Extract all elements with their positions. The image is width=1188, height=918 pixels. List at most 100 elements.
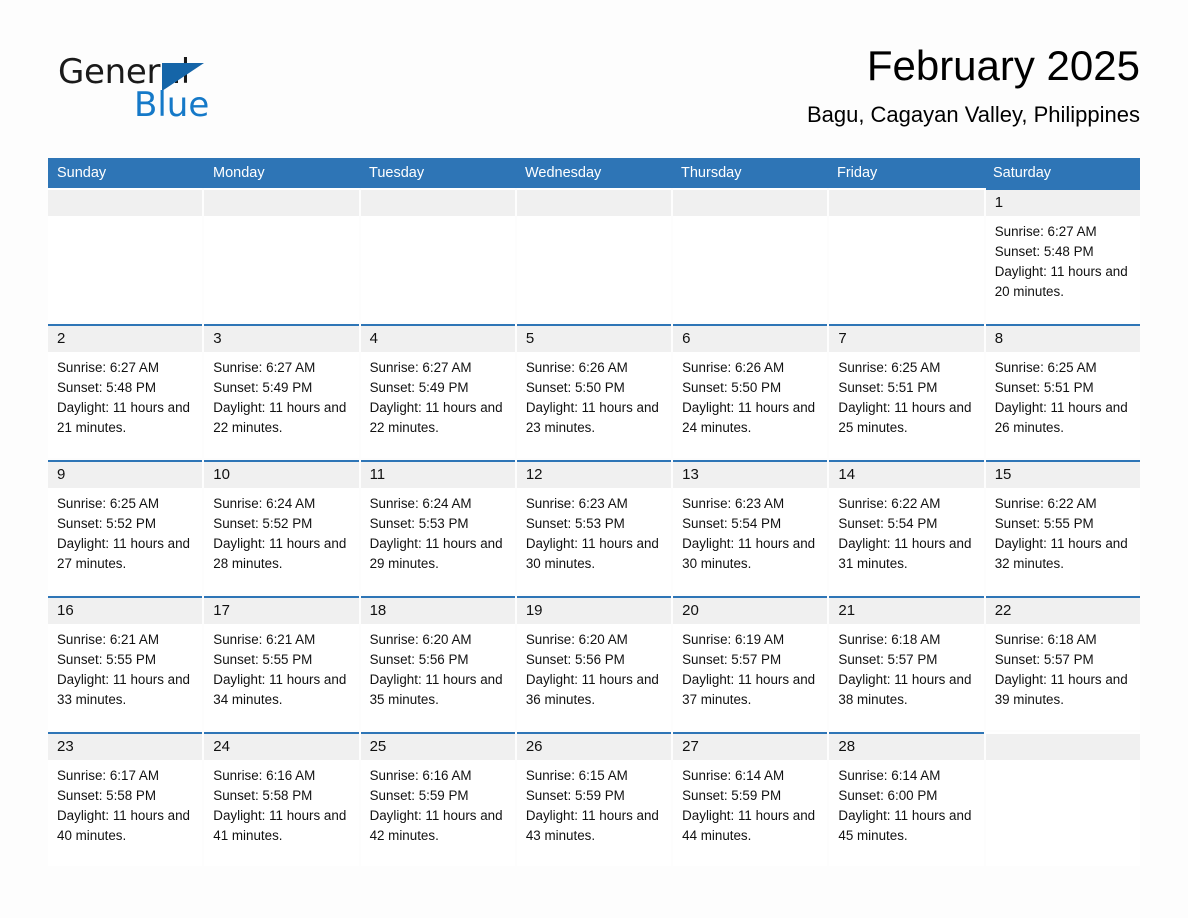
day-sun-info: Sunrise: 6:27 AM Sunset: 5:48 PM Daylight:… bbox=[986, 216, 1140, 302]
daylight-text: Daylight: 11 hours and 26 minutes. bbox=[994, 400, 1128, 435]
title-block: February 2025 Bagu, Cagayan Valley, Phil… bbox=[807, 40, 1140, 130]
day-cell[interactable]: 17 Sunrise: 6:21 AM Sunset: 5:55 PM Dayligh… bbox=[204, 596, 359, 730]
day-number-band bbox=[673, 190, 828, 216]
day-cell[interactable]: 24 Sunrise: 6:16 AM Sunset: 5:58 PM Dayligh… bbox=[204, 732, 359, 866]
day-number-band: 20 bbox=[673, 598, 828, 624]
weekday-header-thursday: Thursday bbox=[681, 165, 742, 181]
day-number: 26 bbox=[525, 738, 543, 755]
calendar-week-row: 9 Sunrise: 6:25 AM Sunset: 5:52 PM Daylight… bbox=[48, 460, 1140, 594]
sunset-text: Sunset: 5:53 PM bbox=[369, 516, 469, 531]
day-number-band: 26 bbox=[516, 734, 672, 760]
day-cell[interactable]: 21 Sunrise: 6:18 AM Sunset: 5:57 PM Dayligh… bbox=[829, 596, 984, 730]
day-cell[interactable]: 28 Sunrise: 6:14 AM Sunset: 6:00 PM Dayligh… bbox=[829, 732, 984, 866]
day-cell[interactable]: 1 Sunrise: 6:27 AM Sunset: 5:48 PM Daylight… bbox=[985, 188, 1140, 322]
day-cell[interactable]: 13 Sunrise: 6:23 AM Sunset: 5:54 PM Dayligh… bbox=[673, 460, 828, 594]
weekday-header-sunday: Sunday bbox=[57, 165, 107, 181]
weekday-header-monday: Monday bbox=[213, 165, 265, 181]
day-cell[interactable]: 20 Sunrise: 6:19 AM Sunset: 5:57 PM Dayligh… bbox=[673, 596, 828, 730]
sunrise-text: Sunrise: 6:25 AM bbox=[994, 360, 1097, 375]
sunset-text: Sunset: 5:57 PM bbox=[682, 652, 782, 667]
sunset-text: Sunset: 5:52 PM bbox=[213, 516, 313, 531]
day-sun-info: Sunrise: 6:20 AM Sunset: 5:56 PM Daylight:… bbox=[517, 624, 671, 710]
sunset-text: Sunset: 5:59 PM bbox=[525, 788, 625, 803]
sunrise-text: Sunrise: 6:24 AM bbox=[213, 496, 316, 511]
calendar-page: General Blue February 2025 Bagu, Cagayan… bbox=[0, 0, 1188, 918]
day-cell[interactable]: 19 Sunrise: 6:20 AM Sunset: 5:56 PM Dayligh… bbox=[516, 596, 672, 730]
brand-blue-text: Blue bbox=[134, 85, 210, 125]
sunrise-text: Sunrise: 6:26 AM bbox=[682, 360, 785, 375]
daylight-text: Daylight: 11 hours and 43 minutes. bbox=[525, 808, 659, 843]
sunrise-text: Sunrise: 6:15 AM bbox=[525, 768, 628, 783]
day-number-band: 2 bbox=[48, 326, 203, 352]
day-cell[interactable]: 26 Sunrise: 6:15 AM Sunset: 5:59 PM Dayligh… bbox=[516, 732, 672, 866]
day-cell[interactable]: 3 Sunrise: 6:27 AM Sunset: 5:49 PM Daylight… bbox=[204, 324, 359, 458]
calendar-week-row: 16 Sunrise: 6:21 AM Sunset: 5:55 PM Dayligh… bbox=[48, 596, 1140, 730]
weekday-header-friday: Friday bbox=[837, 165, 878, 181]
day-cell[interactable]: 11 Sunrise: 6:24 AM Sunset: 5:53 PM Dayligh… bbox=[360, 460, 515, 594]
day-sun-info: Sunrise: 6:22 AM Sunset: 5:55 PM Daylight:… bbox=[986, 488, 1140, 574]
day-sun-info: Sunrise: 6:23 AM Sunset: 5:53 PM Daylight:… bbox=[517, 488, 671, 574]
day-cell[interactable]: 22 Sunrise: 6:18 AM Sunset: 5:57 PM Dayligh… bbox=[985, 596, 1140, 730]
daylight-text: Daylight: 11 hours and 40 minutes. bbox=[57, 808, 190, 843]
day-number-band: 8 bbox=[985, 326, 1140, 352]
sunrise-text: Sunrise: 6:27 AM bbox=[57, 360, 159, 375]
day-number-band bbox=[360, 190, 515, 216]
day-number: 4 bbox=[369, 330, 378, 347]
day-cell[interactable]: 5 Sunrise: 6:26 AM Sunset: 5:50 PM Daylight… bbox=[516, 324, 672, 458]
day-cell-empty bbox=[985, 732, 1140, 866]
sunset-text: Sunset: 5:50 PM bbox=[525, 380, 625, 395]
sunset-text: Sunset: 5:48 PM bbox=[994, 244, 1094, 259]
day-number-band: 13 bbox=[673, 462, 828, 488]
day-cell[interactable]: 25 Sunrise: 6:16 AM Sunset: 5:59 PM Dayligh… bbox=[360, 732, 515, 866]
day-sun-info: Sunrise: 6:25 AM Sunset: 5:52 PM Daylight:… bbox=[48, 488, 202, 574]
day-cell[interactable]: 27 Sunrise: 6:14 AM Sunset: 5:59 PM Dayligh… bbox=[673, 732, 828, 866]
day-cell[interactable]: 15 Sunrise: 6:22 AM Sunset: 5:55 PM Dayligh… bbox=[985, 460, 1140, 594]
day-cell[interactable]: 10 Sunrise: 6:24 AM Sunset: 5:52 PM Dayligh… bbox=[204, 460, 359, 594]
calendar-week-row: 23 Sunrise: 6:17 AM Sunset: 5:58 PM Dayligh… bbox=[48, 732, 1140, 866]
day-cell[interactable]: 8 Sunrise: 6:25 AM Sunset: 5:51 PM Daylight… bbox=[985, 324, 1140, 458]
day-number: 27 bbox=[682, 738, 699, 755]
day-number: 19 bbox=[525, 602, 543, 619]
sunrise-text: Sunrise: 6:22 AM bbox=[994, 496, 1097, 511]
day-number-band: 16 bbox=[48, 598, 203, 624]
daylight-text: Daylight: 11 hours and 31 minutes. bbox=[838, 536, 972, 571]
day-cell[interactable]: 12 Sunrise: 6:23 AM Sunset: 5:53 PM Dayligh… bbox=[516, 460, 672, 594]
daylight-text: Daylight: 11 hours and 20 minutes. bbox=[994, 264, 1128, 299]
day-number-band: 17 bbox=[204, 598, 359, 624]
day-cell-empty bbox=[829, 188, 984, 322]
day-cell[interactable]: 16 Sunrise: 6:21 AM Sunset: 5:55 PM Dayligh… bbox=[48, 596, 203, 730]
day-sun-info: Sunrise: 6:20 AM Sunset: 5:56 PM Daylight:… bbox=[361, 624, 515, 710]
daylight-text: Daylight: 11 hours and 23 minutes. bbox=[525, 400, 659, 435]
sunrise-text: Sunrise: 6:27 AM bbox=[369, 360, 472, 375]
day-sun-info: Sunrise: 6:14 AM Sunset: 6:00 PM Daylight:… bbox=[829, 760, 983, 846]
sunrise-text: Sunrise: 6:21 AM bbox=[57, 632, 159, 647]
day-number-band: 23 bbox=[48, 734, 203, 760]
sunrise-text: Sunrise: 6:14 AM bbox=[682, 768, 785, 783]
day-cell[interactable]: 14 Sunrise: 6:22 AM Sunset: 5:54 PM Dayligh… bbox=[829, 460, 984, 594]
day-cell[interactable]: 7 Sunrise: 6:25 AM Sunset: 5:51 PM Daylight… bbox=[829, 324, 984, 458]
day-cell[interactable]: 23 Sunrise: 6:17 AM Sunset: 5:58 PM Dayligh… bbox=[48, 732, 203, 866]
day-sun-info: Sunrise: 6:23 AM Sunset: 5:54 PM Daylight:… bbox=[673, 488, 827, 574]
sunrise-text: Sunrise: 6:16 AM bbox=[213, 768, 316, 783]
daylight-text: Daylight: 11 hours and 25 minutes. bbox=[838, 400, 972, 435]
daylight-text: Daylight: 11 hours and 30 minutes. bbox=[525, 536, 659, 571]
calendar-week-row: 2 Sunrise: 6:27 AM Sunset: 5:48 PM Daylight… bbox=[48, 324, 1140, 458]
day-cell[interactable]: 9 Sunrise: 6:25 AM Sunset: 5:52 PM Daylight… bbox=[48, 460, 203, 594]
day-cell[interactable]: 2 Sunrise: 6:27 AM Sunset: 5:48 PM Daylight… bbox=[48, 324, 203, 458]
day-cell[interactable]: 6 Sunrise: 6:26 AM Sunset: 5:50 PM Daylight… bbox=[673, 324, 828, 458]
sunset-text: Sunset: 5:55 PM bbox=[57, 652, 156, 667]
sunrise-text: Sunrise: 6:17 AM bbox=[57, 768, 159, 783]
day-number: 9 bbox=[57, 466, 66, 483]
daylight-text: Daylight: 11 hours and 42 minutes. bbox=[369, 808, 503, 843]
day-cell[interactable]: 4 Sunrise: 6:27 AM Sunset: 5:49 PM Daylight… bbox=[360, 324, 515, 458]
daylight-text: Daylight: 11 hours and 32 minutes. bbox=[994, 536, 1128, 571]
daylight-text: Daylight: 11 hours and 22 minutes. bbox=[213, 400, 347, 435]
day-sun-info: Sunrise: 6:16 AM Sunset: 5:59 PM Daylight:… bbox=[361, 760, 515, 846]
day-number: 7 bbox=[838, 330, 847, 347]
general-blue-logo[interactable]: General Blue bbox=[58, 52, 248, 125]
day-number-band: 28 bbox=[829, 734, 984, 760]
day-number-band: 5 bbox=[516, 326, 672, 352]
day-cell[interactable]: 18 Sunrise: 6:20 AM Sunset: 5:56 PM Dayligh… bbox=[360, 596, 515, 730]
day-sun-info: Sunrise: 6:17 AM Sunset: 5:58 PM Daylight:… bbox=[48, 760, 202, 846]
day-number-band bbox=[829, 190, 984, 216]
